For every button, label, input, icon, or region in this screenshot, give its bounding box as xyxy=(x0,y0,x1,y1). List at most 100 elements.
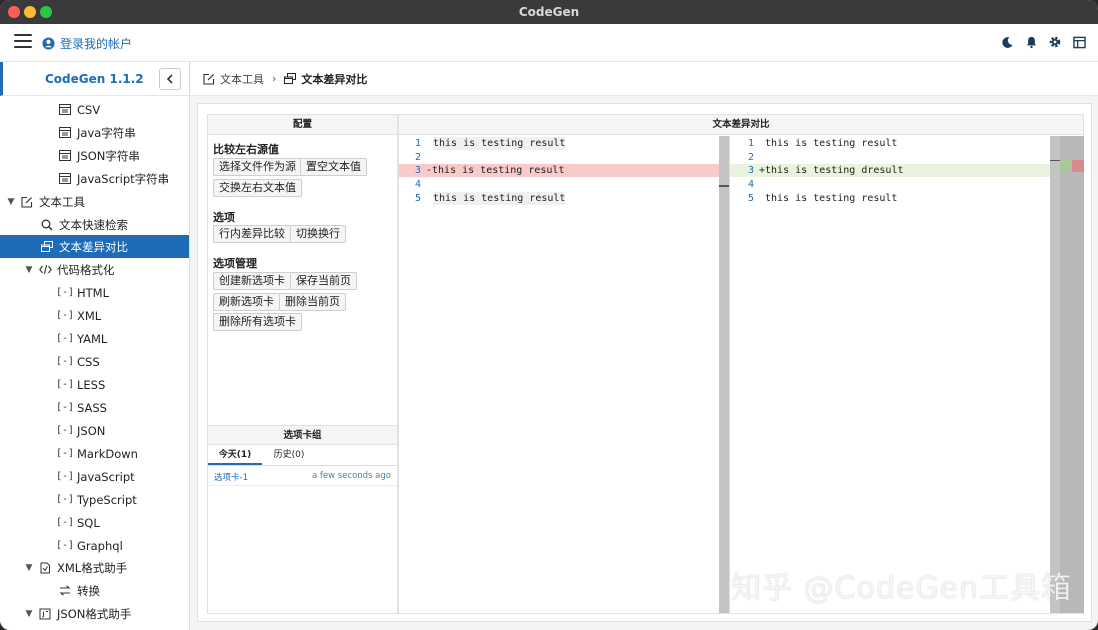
sidebar-item-css[interactable]: [-] CSS xyxy=(0,350,189,373)
right-editor[interactable]: 1 this is testing result 2 3 +this is te… xyxy=(730,136,1052,613)
sidebar-item-xml[interactable]: [-] XML xyxy=(0,304,189,327)
sidebar-item-label: MarkDown xyxy=(77,446,138,461)
sidebar-item-javascript-string[interactable]: JavaScript字符串 xyxy=(0,167,189,190)
refresh-tab-button[interactable]: 刷新选项卡 xyxy=(213,293,280,311)
sidebar-item-text-diff[interactable]: 文本差异对比 xyxy=(0,235,189,258)
bracket-icon: [-] xyxy=(55,540,75,551)
left-line-5: 5 this is testing result xyxy=(414,192,566,205)
breadcrumb-current-label: 文本差异对比 xyxy=(301,72,368,86)
menu-icon[interactable] xyxy=(14,34,32,50)
sidebar-group-xml-helper[interactable]: ▼ XML格式助手 xyxy=(0,556,189,579)
sidebar-item-sql[interactable]: [-] SQL xyxy=(0,511,189,534)
sidebar-item-java-string[interactable]: Java字符串 xyxy=(0,121,189,144)
maximize-window-button[interactable] xyxy=(40,6,52,18)
sidebar-item-label: XML xyxy=(77,308,102,323)
select-file-button[interactable]: 选择文件作为源 xyxy=(213,158,302,176)
overview-removed-marker xyxy=(1072,160,1084,172)
right-line-3-added: 3 +this is testing dresult xyxy=(730,164,1052,177)
diff-marker-right xyxy=(1050,160,1060,161)
watermark-text: 知乎 @CodeGen工具箱 xyxy=(731,571,1073,606)
section-compare-source: 比较左右源值 xyxy=(213,143,279,156)
table-icon xyxy=(58,172,72,186)
bracket-icon: [-] xyxy=(55,356,75,367)
login-label: 登录我的帐户 xyxy=(60,36,133,51)
sidebar-group-text-tools[interactable]: ▼ 文本工具 xyxy=(0,190,189,213)
sidebar-item-javascript[interactable]: [-] JavaScript xyxy=(0,465,189,488)
sidebar-item-label: CSV xyxy=(77,102,101,117)
new-tab-button[interactable]: 创建新选项卡 xyxy=(213,272,291,290)
clear-text-button[interactable]: 置空文本值 xyxy=(300,158,367,176)
sidebar-item-label: HTML xyxy=(77,285,110,300)
sidebar-item-label: Graphql xyxy=(77,538,123,553)
diff-marker-left xyxy=(719,185,729,187)
sidebar-item-sass[interactable]: [-] SASS xyxy=(0,396,189,419)
xml-helper-icon xyxy=(38,561,52,575)
top-header: 登录我的帐户 xyxy=(0,24,1098,62)
right-line-1: 1 this is testing result xyxy=(747,138,898,149)
collapse-sidebar-button[interactable] xyxy=(159,68,181,90)
sidebar-item-label: 文本工具 xyxy=(39,194,85,209)
search-icon xyxy=(40,218,54,232)
section-options: 选项 xyxy=(213,211,235,224)
sidebar-item-label: SQL xyxy=(77,515,100,530)
sidebar-item-graphql[interactable]: [-] Graphql xyxy=(0,534,189,557)
toggle-wrap-button[interactable]: 切换换行 xyxy=(290,225,346,243)
edit-box-icon xyxy=(20,195,34,209)
chevron-down-icon: ▼ xyxy=(25,264,33,275)
right-scrollbar[interactable] xyxy=(1050,136,1060,613)
app-version-title: CodeGen 1.1.2 xyxy=(45,72,144,86)
sidebar-group-json-helper[interactable]: ▼ JSON格式助手 xyxy=(0,602,189,625)
inline-diff-button[interactable]: 行内差异比较 xyxy=(213,225,291,243)
login-link[interactable]: 登录我的帐户 xyxy=(42,34,132,52)
sidebar-item-label: JavaScript字符串 xyxy=(77,171,170,186)
delete-all-tabs-button[interactable]: 删除所有选项卡 xyxy=(213,313,302,331)
tab-group-title: 选项卡组 xyxy=(208,425,397,445)
sidebar-item-label: JSON xyxy=(77,423,106,438)
overview-ruler[interactable] xyxy=(1060,136,1084,613)
main-panel: 配置 比较左右源值 选择文件作为源 置空文本值 交换左右文本值 选项 行内差异比… xyxy=(197,103,1092,622)
json-helper-icon xyxy=(38,607,52,621)
tab-history[interactable]: 历史(0) xyxy=(262,445,316,465)
sidebar-item-convert[interactable]: 转换 xyxy=(0,579,189,602)
left-scrollbar[interactable] xyxy=(719,136,729,613)
sidebar-item-label: JSON字符串 xyxy=(77,148,140,163)
bell-icon[interactable] xyxy=(1024,34,1038,50)
gear-icon[interactable] xyxy=(1048,34,1062,50)
left-line-4: 4 xyxy=(414,179,421,190)
breadcrumb: 文本工具 › 文本差异对比 xyxy=(191,62,1098,96)
table-icon xyxy=(58,126,72,140)
diff-pane-title: 文本差异对比 xyxy=(399,115,1083,135)
sidebar-item-text-search[interactable]: 文本快速检索 xyxy=(0,213,189,236)
chevron-left-icon xyxy=(166,74,173,84)
breadcrumb-parent[interactable]: 文本工具 xyxy=(203,71,264,87)
sidebar-item-json[interactable]: [-] JSON xyxy=(0,419,189,442)
tab-today[interactable]: 今天(1) xyxy=(208,445,262,465)
config-pane-title: 配置 xyxy=(208,115,397,135)
chevron-down-icon: ▼ xyxy=(25,608,33,619)
close-window-button[interactable] xyxy=(8,6,20,18)
bracket-icon: [-] xyxy=(55,310,75,321)
chevron-right-icon: › xyxy=(272,72,277,85)
moon-icon[interactable] xyxy=(1000,34,1014,50)
sidebar-item-yaml[interactable]: [-] YAML xyxy=(0,327,189,350)
sidebar-group-code-format[interactable]: ▼ 代码格式化 xyxy=(0,258,189,281)
delete-page-button[interactable]: 删除当前页 xyxy=(279,293,346,311)
layout-icon[interactable] xyxy=(1072,34,1086,50)
save-page-button[interactable]: 保存当前页 xyxy=(290,272,357,290)
sidebar-item-typescript[interactable]: [-] TypeScript xyxy=(0,488,189,511)
sidebar-item-less[interactable]: [-] LESS xyxy=(0,373,189,396)
left-editor[interactable]: 1 this is testing result 2 3 -this is te… xyxy=(399,136,729,613)
bracket-icon: [-] xyxy=(55,471,75,482)
sidebar-item-html[interactable]: [-] HTML xyxy=(0,281,189,304)
minimize-window-button[interactable] xyxy=(24,6,36,18)
sidebar-item-json-string[interactable]: JSON字符串 xyxy=(0,144,189,167)
table-icon xyxy=(58,103,72,117)
swap-text-button[interactable]: 交换左右文本值 xyxy=(213,179,302,197)
left-line-2: 2 xyxy=(414,152,421,163)
windows-icon xyxy=(284,73,297,84)
list-item[interactable]: 选项卡-1 a few seconds ago xyxy=(208,466,397,486)
sidebar-item-markdown[interactable]: [-] MarkDown xyxy=(0,442,189,465)
edit-box-icon xyxy=(203,73,215,85)
sidebar-item-csv[interactable]: CSV xyxy=(0,98,189,121)
bracket-icon: [-] xyxy=(55,425,75,436)
